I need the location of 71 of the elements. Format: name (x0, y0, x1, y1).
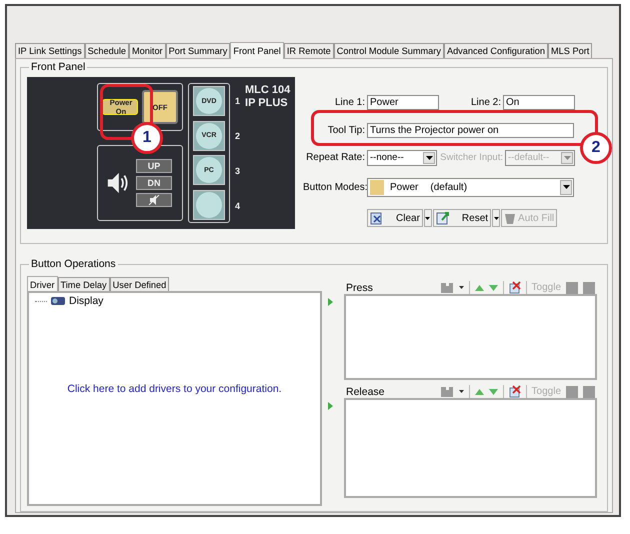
caret-icon[interactable] (458, 286, 464, 289)
add-drivers-link[interactable]: Click here to add drivers to your configuration. (35, 383, 314, 395)
up-arrow-icon[interactable] (474, 284, 484, 290)
input-number: 2 (235, 130, 240, 140)
volume-button[interactable]: DN (136, 176, 172, 190)
field-label: Switcher Input: (439, 152, 504, 163)
tab[interactable]: User Defined (110, 277, 170, 291)
caret-icon (562, 185, 570, 189)
panel-label: Release (346, 386, 385, 398)
dropdown[interactable]: Power (default) (367, 178, 574, 196)
tab[interactable]: Advanced Configuration (444, 43, 548, 58)
group-title: Front Panel (30, 61, 86, 73)
dropdown[interactable]: --none-- (367, 150, 437, 166)
volume-button[interactable]: UP (136, 159, 172, 173)
tab[interactable]: Schedule (84, 43, 129, 58)
text-field[interactable]: Turns the Projector power on (367, 122, 574, 138)
square-button[interactable] (566, 386, 578, 398)
tab[interactable]: Monitor (128, 43, 166, 58)
tab[interactable]: Port Summary (166, 43, 230, 58)
tab[interactable]: Control Module Summary (334, 43, 444, 58)
tab[interactable]: Front Panel (230, 42, 284, 59)
input-number: 1 (235, 96, 240, 106)
speaker-icon (106, 171, 128, 195)
model-name: MLC 104 (245, 84, 290, 97)
field-label: Tool Tip: (326, 124, 366, 136)
field-label: Repeat Rate: (305, 152, 366, 163)
down-arrow-icon[interactable] (488, 284, 498, 290)
model-name: IP PLUS (245, 97, 289, 110)
square-button[interactable] (566, 282, 578, 294)
delete-icon[interactable] (508, 385, 521, 398)
input-number: 3 (235, 166, 240, 176)
delete-icon[interactable] (508, 281, 521, 294)
caret-icon (426, 156, 432, 160)
puzzle-icon[interactable] (440, 282, 454, 294)
toolbar-button[interactable]: Clear (367, 209, 423, 227)
tab[interactable]: IP Link Settings (15, 43, 85, 58)
panel-label: Press (346, 282, 373, 294)
play-arrow-icon[interactable] (328, 298, 333, 306)
input-button[interactable] (193, 190, 225, 220)
caret-icon (564, 156, 570, 160)
caret-icon (494, 216, 499, 220)
down-arrow-icon[interactable] (488, 388, 498, 394)
input-number: 4 (235, 200, 240, 210)
group-title: Button Operations (30, 258, 117, 270)
dropdown-arrow-button[interactable] (492, 209, 500, 227)
tab[interactable]: Time Delay (58, 277, 110, 291)
square-button[interactable] (583, 386, 595, 398)
mode-name: Power (390, 182, 418, 192)
text-field[interactable]: On (503, 95, 575, 110)
square-button[interactable] (583, 282, 595, 294)
puzzle-icon[interactable] (440, 386, 454, 398)
projector-icon (50, 295, 66, 307)
mute-icon (148, 195, 160, 205)
field-label: Line 1: (334, 97, 366, 108)
tree-item[interactable]: Display (69, 295, 104, 307)
dropdown-arrow-button[interactable] (424, 209, 432, 227)
mode-note: (default) (430, 182, 468, 192)
tab[interactable]: Driver (27, 276, 58, 292)
toolbar-button[interactable]: Reset (432, 209, 492, 227)
text-field[interactable]: Power (367, 95, 439, 110)
field-label: Button Modes: (303, 182, 367, 192)
eraser-icon (370, 211, 384, 225)
bucket-icon (504, 211, 516, 225)
play-arrow-icon[interactable] (328, 402, 333, 410)
caret-icon[interactable] (458, 390, 464, 393)
field-label: Line 2: (470, 97, 502, 108)
caret-icon (425, 216, 430, 220)
tab[interactable]: MLS Port (548, 43, 592, 58)
mute-button[interactable] (136, 193, 172, 207)
tab[interactable]: IR Remote (284, 43, 334, 58)
up-arrow-icon[interactable] (474, 388, 484, 394)
